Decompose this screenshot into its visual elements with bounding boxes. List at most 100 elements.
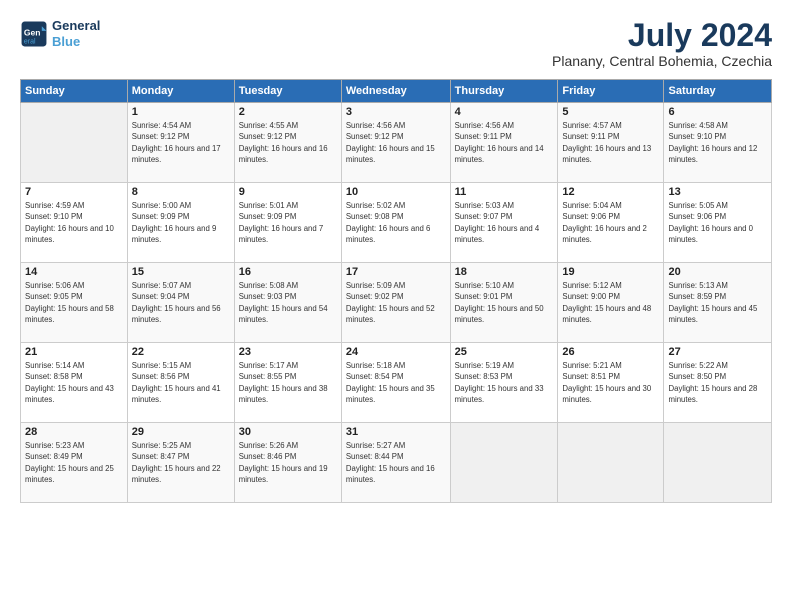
day-info: Sunrise: 5:06 AMSunset: 9:05 PMDaylight:…: [25, 280, 123, 325]
day-number: 30: [239, 426, 337, 438]
day-number: 1: [132, 106, 230, 118]
calendar-cell: 1 Sunrise: 4:54 AMSunset: 9:12 PMDaylight…: [127, 103, 234, 183]
calendar-cell: 12 Sunrise: 5:04 AMSunset: 9:06 PMDayligh…: [558, 183, 664, 263]
weekday-header-saturday: Saturday: [664, 80, 772, 103]
calendar-cell: 29 Sunrise: 5:25 AMSunset: 8:47 PMDayligh…: [127, 423, 234, 503]
day-info: Sunrise: 4:58 AMSunset: 9:10 PMDaylight:…: [668, 120, 767, 165]
calendar-cell: 4 Sunrise: 4:56 AMSunset: 9:11 PMDaylight…: [450, 103, 558, 183]
day-info: Sunrise: 5:05 AMSunset: 9:06 PMDaylight:…: [668, 200, 767, 245]
day-info: Sunrise: 5:15 AMSunset: 8:56 PMDaylight:…: [132, 360, 230, 405]
calendar-cell: 15 Sunrise: 5:07 AMSunset: 9:04 PMDayligh…: [127, 263, 234, 343]
day-info: Sunrise: 5:00 AMSunset: 9:09 PMDaylight:…: [132, 200, 230, 245]
calendar-cell: [450, 423, 558, 503]
calendar-cell: 13 Sunrise: 5:05 AMSunset: 9:06 PMDayligh…: [664, 183, 772, 263]
day-info: Sunrise: 4:59 AMSunset: 9:10 PMDaylight:…: [25, 200, 123, 245]
day-info: Sunrise: 4:54 AMSunset: 9:12 PMDaylight:…: [132, 120, 230, 165]
day-number: 7: [25, 186, 123, 198]
day-info: Sunrise: 5:27 AMSunset: 8:44 PMDaylight:…: [346, 440, 446, 485]
day-info: Sunrise: 5:13 AMSunset: 8:59 PMDaylight:…: [668, 280, 767, 325]
day-number: 5: [562, 106, 659, 118]
calendar-cell: 11Sunrise: 5:03 AMSunset: 9:07 PMDayligh…: [450, 183, 558, 263]
calendar-cell: 19 Sunrise: 5:12 AMSunset: 9:00 PMDayligh…: [558, 263, 664, 343]
day-number: 23: [239, 346, 337, 358]
calendar-cell: 6 Sunrise: 4:58 AMSunset: 9:10 PMDaylight…: [664, 103, 772, 183]
calendar-cell: [558, 423, 664, 503]
day-number: 12: [562, 186, 659, 198]
day-number: 8: [132, 186, 230, 198]
day-info: Sunrise: 4:55 AMSunset: 9:12 PMDaylight:…: [239, 120, 337, 165]
weekday-header-wednesday: Wednesday: [341, 80, 450, 103]
calendar-table: SundayMondayTuesdayWednesdayThursdayFrid…: [20, 79, 772, 503]
weekday-header-tuesday: Tuesday: [234, 80, 341, 103]
day-number: 20: [668, 266, 767, 278]
day-info: Sunrise: 5:26 AMSunset: 8:46 PMDaylight:…: [239, 440, 337, 485]
calendar-cell: 3 Sunrise: 4:56 AMSunset: 9:12 PMDaylight…: [341, 103, 450, 183]
day-info: Sunrise: 5:18 AMSunset: 8:54 PMDaylight:…: [346, 360, 446, 405]
weekday-header-monday: Monday: [127, 80, 234, 103]
day-number: 25: [455, 346, 554, 358]
day-info: Sunrise: 5:12 AMSunset: 9:00 PMDaylight:…: [562, 280, 659, 325]
calendar-cell: 28Sunrise: 5:23 AMSunset: 8:49 PMDayligh…: [21, 423, 128, 503]
calendar-cell: 10 Sunrise: 5:02 AMSunset: 9:08 PMDayligh…: [341, 183, 450, 263]
day-number: 19: [562, 266, 659, 278]
calendar-cell: 20 Sunrise: 5:13 AMSunset: 8:59 PMDayligh…: [664, 263, 772, 343]
day-number: 4: [455, 106, 554, 118]
svg-text:eral: eral: [24, 38, 36, 45]
day-number: 29: [132, 426, 230, 438]
month-year: July 2024: [552, 18, 772, 53]
day-info: Sunrise: 5:07 AMSunset: 9:04 PMDaylight:…: [132, 280, 230, 325]
calendar-cell: 2 Sunrise: 4:55 AMSunset: 9:12 PMDaylight…: [234, 103, 341, 183]
day-number: 3: [346, 106, 446, 118]
day-info: Sunrise: 4:56 AMSunset: 9:12 PMDaylight:…: [346, 120, 446, 165]
day-number: 22: [132, 346, 230, 358]
day-info: Sunrise: 4:56 AMSunset: 9:11 PMDaylight:…: [455, 120, 554, 165]
day-info: Sunrise: 5:22 AMSunset: 8:50 PMDaylight:…: [668, 360, 767, 405]
day-number: 14: [25, 266, 123, 278]
calendar-cell: 7 Sunrise: 4:59 AMSunset: 9:10 PMDaylight…: [21, 183, 128, 263]
day-number: 2: [239, 106, 337, 118]
calendar-cell: 24 Sunrise: 5:18 AMSunset: 8:54 PMDayligh…: [341, 343, 450, 423]
day-info: Sunrise: 4:57 AMSunset: 9:11 PMDaylight:…: [562, 120, 659, 165]
calendar-cell: 25Sunrise: 5:19 AMSunset: 8:53 PMDayligh…: [450, 343, 558, 423]
calendar-cell: 23 Sunrise: 5:17 AMSunset: 8:55 PMDayligh…: [234, 343, 341, 423]
logo: Gen eral General Blue: [20, 18, 100, 49]
day-info: Sunrise: 5:10 AMSunset: 9:01 PMDaylight:…: [455, 280, 554, 325]
day-number: 15: [132, 266, 230, 278]
weekday-header-friday: Friday: [558, 80, 664, 103]
day-info: Sunrise: 5:09 AMSunset: 9:02 PMDaylight:…: [346, 280, 446, 325]
weekday-header-thursday: Thursday: [450, 80, 558, 103]
svg-text:Gen: Gen: [24, 27, 41, 37]
calendar-cell: 5 Sunrise: 4:57 AMSunset: 9:11 PMDaylight…: [558, 103, 664, 183]
day-number: 21: [25, 346, 123, 358]
calendar-cell: 9Sunrise: 5:01 AMSunset: 9:09 PMDaylight…: [234, 183, 341, 263]
day-number: 24: [346, 346, 446, 358]
day-info: Sunrise: 5:23 AMSunset: 8:49 PMDaylight:…: [25, 440, 123, 485]
day-number: 13: [668, 186, 767, 198]
day-number: 9: [239, 186, 337, 198]
location: Planany, Central Bohemia, Czechia: [552, 53, 772, 69]
day-number: 10: [346, 186, 446, 198]
day-number: 6: [668, 106, 767, 118]
calendar-cell: 21 Sunrise: 5:14 AMSunset: 8:58 PMDayligh…: [21, 343, 128, 423]
day-number: 26: [562, 346, 659, 358]
header: Gen eral General Blue July 2024 Planany,…: [20, 18, 772, 69]
weekday-header-sunday: Sunday: [21, 80, 128, 103]
day-info: Sunrise: 5:04 AMSunset: 9:06 PMDaylight:…: [562, 200, 659, 245]
calendar-cell: 18Sunrise: 5:10 AMSunset: 9:01 PMDayligh…: [450, 263, 558, 343]
day-info: Sunrise: 5:08 AMSunset: 9:03 PMDaylight:…: [239, 280, 337, 325]
day-info: Sunrise: 5:02 AMSunset: 9:08 PMDaylight:…: [346, 200, 446, 245]
calendar-cell: 31 Sunrise: 5:27 AMSunset: 8:44 PMDayligh…: [341, 423, 450, 503]
day-number: 11: [455, 186, 554, 198]
day-info: Sunrise: 5:14 AMSunset: 8:58 PMDaylight:…: [25, 360, 123, 405]
calendar-cell: 27Sunrise: 5:22 AMSunset: 8:50 PMDayligh…: [664, 343, 772, 423]
day-number: 16: [239, 266, 337, 278]
day-number: 31: [346, 426, 446, 438]
calendar-cell: 26Sunrise: 5:21 AMSunset: 8:51 PMDayligh…: [558, 343, 664, 423]
logo-icon: Gen eral: [20, 20, 48, 48]
logo-text: General Blue: [52, 18, 100, 49]
calendar-cell: 30 Sunrise: 5:26 AMSunset: 8:46 PMDayligh…: [234, 423, 341, 503]
day-info: Sunrise: 5:25 AMSunset: 8:47 PMDaylight:…: [132, 440, 230, 485]
day-info: Sunrise: 5:17 AMSunset: 8:55 PMDaylight:…: [239, 360, 337, 405]
calendar-cell: 22 Sunrise: 5:15 AMSunset: 8:56 PMDayligh…: [127, 343, 234, 423]
day-number: 17: [346, 266, 446, 278]
